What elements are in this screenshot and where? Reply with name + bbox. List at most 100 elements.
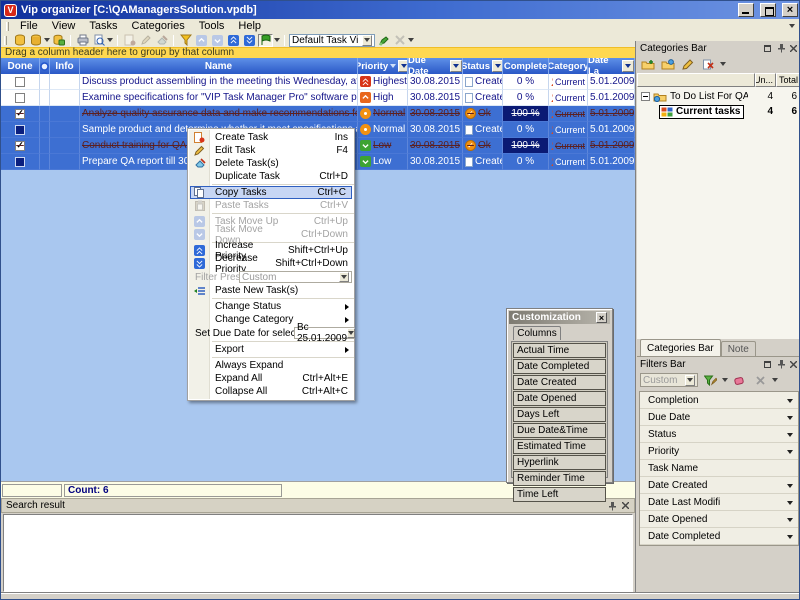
menu-item-paste-new-tasks[interactable]: Paste New Task(s) (188, 284, 354, 297)
filter-row-status[interactable]: Status (640, 426, 798, 443)
edit-task-icon[interactable] (138, 34, 153, 47)
filter-icon[interactable] (178, 34, 193, 47)
menu-file[interactable]: File (13, 19, 45, 33)
filter-row-priority[interactable]: Priority (640, 443, 798, 460)
filter-row-due-date[interactable]: Due Date (640, 409, 798, 426)
column-header-due-date[interactable]: Due Date (408, 58, 463, 74)
view-mode-dropdown-icon[interactable] (274, 38, 280, 42)
column-chip-days-left[interactable]: Days Left (513, 407, 606, 422)
column-header-priority[interactable]: Priority (358, 58, 408, 74)
pin-icon[interactable] (776, 44, 785, 53)
filter-row-task-name[interactable]: Task Name (640, 460, 798, 477)
filters-toolbar-overflow-icon[interactable] (772, 378, 778, 382)
collapse-icon[interactable] (641, 92, 650, 101)
date-last-filter-icon[interactable] (622, 60, 634, 72)
menu-item-change-status[interactable]: Change Status (188, 300, 354, 313)
filter-preset-dropdown-icon[interactable] (685, 375, 695, 386)
menu-help[interactable]: Help (231, 19, 268, 33)
filter-row-date-opened[interactable]: Date Opened (640, 511, 798, 528)
menu-item-edit-task[interactable]: Edit TaskF4 (188, 144, 354, 157)
close-button[interactable] (782, 3, 798, 17)
menu-categories[interactable]: Categories (125, 19, 192, 33)
menu-item-increase-priority[interactable]: Increase PriorityShift+Ctrl+Up (188, 244, 354, 257)
menubar-overflow-icon[interactable] (787, 24, 797, 28)
edit-filter-icon[interactable] (702, 373, 718, 387)
column-chip-reminder-time[interactable]: Reminder Time (513, 471, 606, 486)
menu-item-collapse-all[interactable]: Collapse AllCtrl+Alt+C (188, 385, 354, 398)
menu-tasks[interactable]: Tasks (82, 19, 124, 33)
pin-icon[interactable] (607, 501, 616, 510)
task-view-combo-dropdown-icon[interactable] (362, 35, 372, 46)
database-security-icon[interactable] (51, 34, 66, 47)
menu-item-paste-tasks[interactable]: Paste TasksCtrl+V (188, 199, 354, 212)
new-database-icon[interactable] (12, 34, 27, 47)
done-checkbox[interactable] (15, 125, 25, 135)
table-row[interactable]: Discuss product assembling in the meetin… (1, 74, 635, 90)
print-icon[interactable] (75, 34, 90, 47)
menu-item-set-due-date[interactable]: Set Due Date for selected tasksBc 25.01.… (188, 326, 354, 340)
task-move-down-icon[interactable] (210, 34, 225, 47)
done-checkbox[interactable] (15, 109, 25, 119)
task-view-combo[interactable]: Default Task Vi (289, 34, 375, 47)
menu-view[interactable]: View (45, 19, 83, 33)
print-preview-icon[interactable] (91, 34, 106, 47)
task-tree-view-icon[interactable] (258, 34, 273, 47)
column-chip-time-left[interactable]: Time Left (513, 487, 606, 502)
print-dropdown-icon[interactable] (107, 38, 113, 42)
tree-child-row[interactable]: Current tasks 4 6 (637, 104, 800, 119)
unread-column-header[interactable]: Un... (755, 73, 776, 87)
status-filter-icon[interactable] (492, 60, 503, 72)
toolbar-overflow-icon[interactable] (408, 38, 414, 42)
done-checkbox[interactable] (15, 141, 25, 151)
column-chip-hyperlink[interactable]: Hyperlink (513, 455, 606, 470)
delete-view-icon[interactable] (392, 34, 407, 47)
close-panel-icon[interactable] (789, 44, 798, 53)
menu-item-create-task[interactable]: Create TaskIns (188, 131, 354, 144)
close-panel-icon[interactable] (789, 360, 798, 369)
done-checkbox[interactable] (15, 93, 25, 103)
delete-task-icon[interactable] (154, 34, 169, 47)
priority-filter-icon[interactable] (398, 60, 408, 72)
menu-item-expand-all[interactable]: Expand AllCtrl+Alt+E (188, 372, 354, 385)
due-date-filter-icon[interactable] (450, 60, 462, 72)
table-row[interactable]: Analyze quality assurance data and make … (1, 106, 635, 122)
column-header-attachment[interactable] (40, 58, 50, 74)
customization-title-bar[interactable]: Customization (509, 311, 610, 324)
column-chip-date-completed[interactable]: Date Completed (513, 359, 606, 374)
categories-toolbar-overflow-icon[interactable] (720, 62, 726, 66)
tab-note[interactable]: Note (721, 341, 756, 356)
column-header-done[interactable]: Done (1, 58, 40, 74)
tree-root-row[interactable]: To Do List For QA Manage 4 6 (637, 89, 800, 104)
delete-category-icon[interactable] (700, 57, 716, 71)
menu-tools[interactable]: Tools (192, 19, 232, 33)
filter-presets-combo[interactable]: Custom (239, 271, 352, 283)
filter-preset-combo[interactable]: Custom (640, 373, 698, 387)
filter-row-date-completed[interactable]: Date Completed (640, 528, 798, 545)
menubar-grip[interactable] (6, 22, 9, 31)
save-view-icon[interactable] (376, 34, 391, 47)
restore-button[interactable] (760, 3, 776, 17)
menu-item-decrease-priority[interactable]: Decrease PriorityShift+Ctrl+Down (188, 257, 354, 270)
add-category-icon[interactable] (640, 57, 656, 71)
filter-row-date-last-modified[interactable]: Date Last Modifi (640, 494, 798, 511)
remove-filter-icon[interactable] (752, 373, 768, 387)
open-database-icon[interactable] (28, 34, 43, 47)
pin-icon[interactable] (776, 360, 785, 369)
edit-category-icon[interactable] (680, 57, 696, 71)
edit-filter-dropdown-icon[interactable] (722, 378, 728, 382)
total-column-header[interactable]: Total (776, 73, 800, 87)
task-move-up-icon[interactable] (194, 34, 209, 47)
add-subcategory-icon[interactable] (660, 57, 676, 71)
filter-row-completion[interactable]: Completion (640, 392, 798, 409)
set-due-date-combo[interactable]: Bc 25.01.2009 (294, 327, 354, 339)
column-chip-estimated-time[interactable]: Estimated Time (513, 439, 606, 454)
customization-tab-columns[interactable]: Columns (513, 326, 561, 340)
tab-categories-bar[interactable]: Categories Bar (640, 339, 721, 356)
column-header-name[interactable]: Name (80, 58, 358, 74)
column-header-complete[interactable]: Complete (503, 58, 549, 74)
menu-item-always-expand[interactable]: Always Expand (188, 359, 354, 372)
decrease-priority-icon[interactable] (242, 34, 257, 47)
column-chip-date-created[interactable]: Date Created (513, 375, 606, 390)
done-checkbox[interactable] (15, 77, 25, 87)
minimize-button[interactable] (738, 3, 754, 17)
